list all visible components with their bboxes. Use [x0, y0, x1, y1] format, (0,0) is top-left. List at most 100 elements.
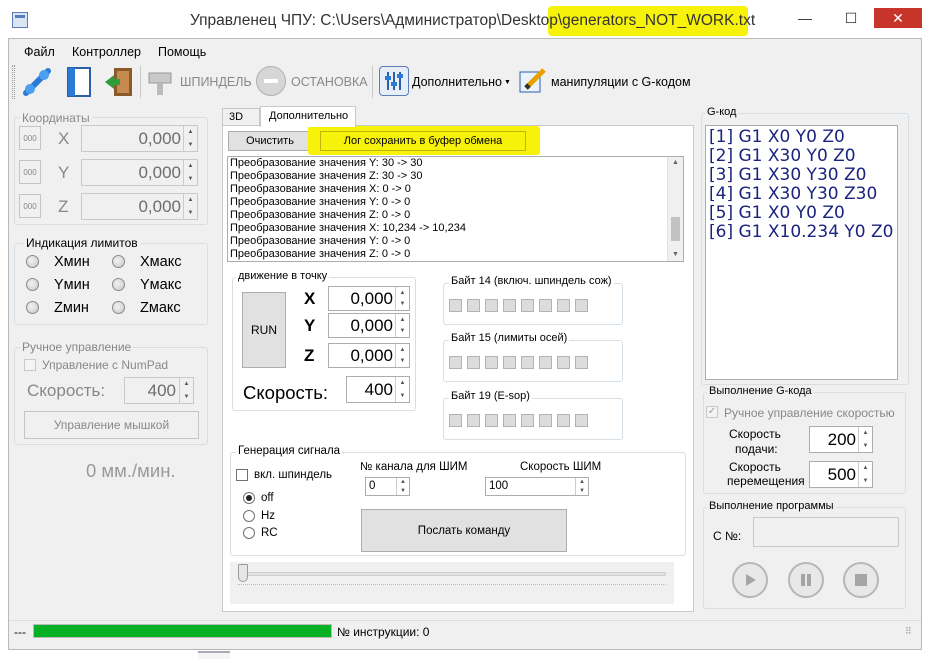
feed-field[interactable]: 200 ▲ ▼ [809, 426, 873, 453]
menu-file[interactable]: Файл [24, 45, 55, 59]
play-button[interactable] [732, 562, 768, 598]
move-z-label: Z [304, 346, 315, 365]
signal-slider[interactable] [230, 562, 674, 604]
manual-speed-field[interactable]: 400 ▲ ▼ [124, 377, 194, 404]
channel-field[interactable]: 0 ▲ ▼ [365, 477, 410, 496]
manual-speed-label: Ручное управление скоростью [724, 406, 895, 420]
minimize-button[interactable]: — [782, 8, 828, 28]
limit-led [26, 301, 39, 314]
byte14-title: Байт 14 (включ. шпиндель сож) [449, 275, 614, 287]
coord-z-field: 0,000 ▲ ▼ [81, 193, 198, 220]
maximize-icon: ☐ [844, 9, 858, 26]
stop-button[interactable]: ОСТАНОВКА [291, 75, 368, 89]
zero-x-button[interactable]: 000 [19, 126, 41, 150]
gcode-line[interactable]: [2] G1 X30 Y0 Z0 [709, 147, 894, 166]
manual-speed-checkbox[interactable]: ✓ [706, 406, 718, 418]
feed-label-1: Скорость [729, 427, 781, 441]
axis-z-label: Z [58, 197, 69, 216]
pencil-edit-icon [518, 66, 548, 96]
log-line: Преобразование значения Y: 0 -> 0 [230, 235, 411, 247]
bit-indicator [467, 414, 480, 427]
log-box[interactable]: Преобразование значения Y: 30 -> 30 Прео… [227, 156, 684, 262]
menu-help[interactable]: Помощь [158, 45, 206, 59]
connect-icon[interactable] [20, 65, 54, 99]
mode-rc-radio[interactable] [243, 527, 255, 539]
taskbar-sliver [198, 651, 230, 659]
toolbar-grip [12, 65, 15, 99]
bit-indicator [449, 356, 462, 369]
zero-z-button[interactable]: 000 [19, 194, 41, 218]
tab-3d[interactable]: 3D [222, 108, 260, 125]
chevron-down-icon[interactable]: ▼ [504, 79, 511, 86]
pwm-speed-field[interactable]: 100 ▲ ▼ [485, 477, 589, 496]
byte15-title: Байт 15 (лимиты осей) [449, 332, 570, 344]
limit-xmax-label: Xмакс [140, 254, 182, 270]
slider-thumb[interactable] [238, 564, 248, 582]
speed-readout: 0 мм./мин. [86, 460, 176, 481]
bit-indicator [575, 299, 588, 312]
bit-indicator [449, 414, 462, 427]
log-scrollbar[interactable]: ▲ ▼ [667, 157, 683, 261]
limit-led [112, 301, 125, 314]
log-line: Преобразование значения Z: 0 -> 0 [230, 248, 411, 260]
menu-controller[interactable]: Контроллер [72, 45, 141, 59]
tab-extra[interactable]: Дополнительно [260, 106, 356, 127]
send-command-button[interactable]: Послать команду [361, 509, 567, 552]
zero-y-button[interactable]: 000 [19, 160, 41, 184]
resize-grip-icon[interactable]: ⠿ [905, 627, 917, 640]
scroll-thumb[interactable] [671, 217, 680, 241]
bit-indicator [539, 299, 552, 312]
coord-x-field: 0,000 ▲ ▼ [81, 125, 198, 152]
stop-program-button[interactable] [843, 562, 879, 598]
move-title: движение в точку [236, 270, 330, 282]
limit-zmin-label: Zмин [54, 300, 89, 316]
log-line: Преобразование значения Y: 0 -> 0 [230, 196, 411, 208]
scroll-up-icon[interactable]: ▲ [668, 159, 683, 166]
toolbar-separator [372, 66, 373, 98]
scroll-down-icon[interactable]: ▼ [672, 251, 679, 258]
gcode-line[interactable]: [6] G1 X10.234 Y0 Z0 [709, 223, 894, 242]
move-x-label: X [304, 289, 316, 308]
gcode-manip-button[interactable]: манипуляции с G-кодом [551, 75, 691, 89]
numpad-checkbox[interactable] [24, 359, 36, 371]
bit-indicator [557, 299, 570, 312]
move-speed-field-g[interactable]: 500 ▲ ▼ [809, 461, 873, 488]
mode-off-radio[interactable] [243, 492, 255, 504]
limit-xmin-label: Xмин [54, 254, 90, 270]
clear-log-button[interactable]: Очистить [228, 131, 312, 151]
gcode-list[interactable]: [1] G1 X0 Y0 Z0 [2] G1 X30 Y0 Z0 [3] G1 … [705, 125, 898, 380]
move-x-field[interactable]: 0,000 ▲ ▼ [328, 286, 410, 311]
mode-hz-radio[interactable] [243, 510, 255, 522]
move-z-field[interactable]: 0,000 ▲ ▼ [328, 343, 410, 368]
coords-title: Координаты [20, 111, 92, 125]
spindle-icon [146, 65, 176, 99]
copy-log-button[interactable]: Лог сохранить в буфер обмена [320, 131, 526, 151]
axis-y-label: Y [58, 163, 70, 182]
limit-led [112, 255, 125, 268]
move-y-field[interactable]: 0,000 ▲ ▼ [328, 313, 410, 338]
pause-button[interactable] [788, 562, 824, 598]
byte14-bits [449, 299, 588, 312]
mouse-control-button[interactable]: Управление мышкой [24, 411, 199, 439]
limit-led [26, 255, 39, 268]
log-line: Преобразование значения Z: 30 -> 30 [230, 170, 423, 182]
gcode-line[interactable]: [3] G1 X30 Y30 Z0 [709, 166, 894, 185]
bit-indicator [449, 299, 462, 312]
gcode-line[interactable]: [4] G1 X30 Y30 Z30 [709, 185, 894, 204]
program-number-field[interactable] [753, 517, 899, 547]
move-speed-field[interactable]: 400 ▲ ▼ [346, 376, 410, 403]
exit-door-icon[interactable] [102, 65, 136, 99]
maximize-button[interactable]: ☐ [828, 8, 874, 28]
play-icon [746, 574, 756, 586]
close-button[interactable]: ✕ [874, 8, 922, 28]
byte14-group [443, 283, 623, 325]
bit-indicator [467, 356, 480, 369]
stop-icon [256, 66, 286, 96]
spindle-checkbox[interactable] [236, 469, 248, 481]
run-button[interactable]: RUN [242, 292, 286, 368]
gcode-line[interactable]: [1] G1 X0 Y0 Z0 [709, 128, 894, 147]
spindle-button[interactable]: ШПИНДЕЛЬ [180, 75, 252, 89]
document-icon[interactable] [62, 65, 96, 99]
extra-menu-button[interactable]: Дополнительно [412, 75, 502, 89]
gcode-line[interactable]: [5] G1 X0 Y0 Z0 [709, 204, 894, 223]
